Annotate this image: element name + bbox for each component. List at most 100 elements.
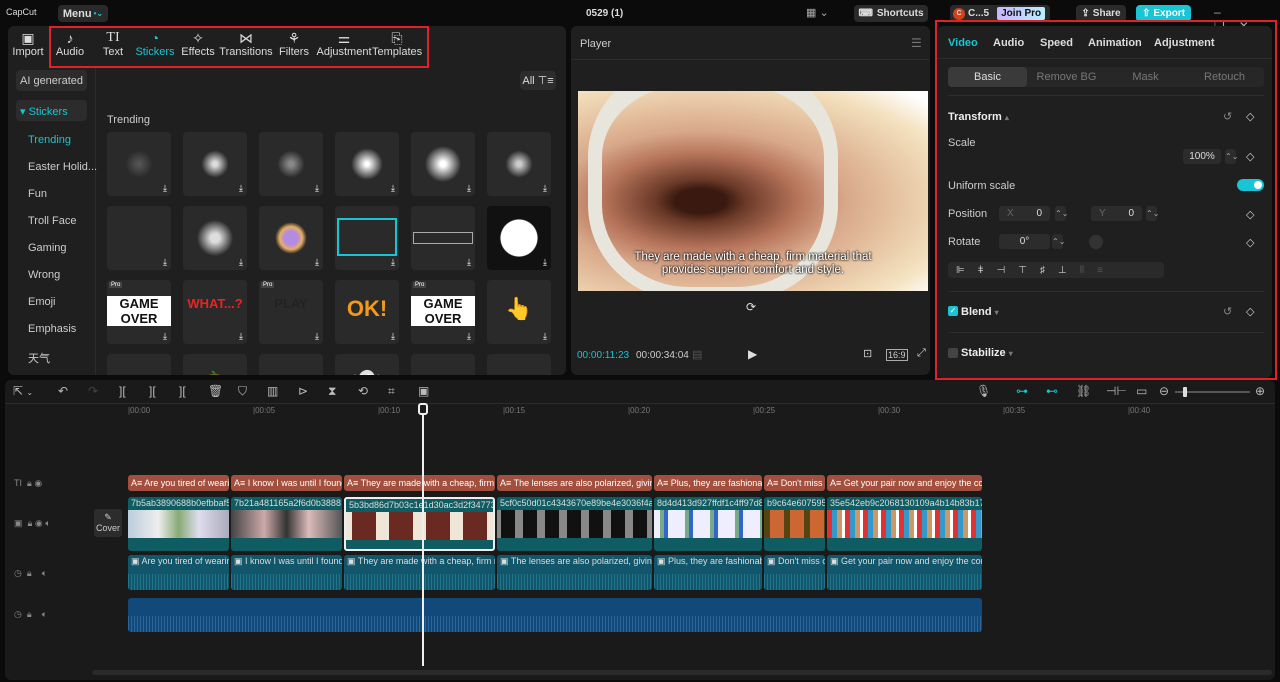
subtab-mask[interactable]: Mask xyxy=(1106,67,1185,87)
position-x-stepper[interactable]: ⌃⌄ xyxy=(1055,206,1068,221)
download-icon[interactable]: ⤓ xyxy=(239,183,243,194)
microphone-icon[interactable]: 🎙 xyxy=(976,384,991,398)
download-icon[interactable]: ⤓ xyxy=(163,331,167,342)
sticker-item[interactable]: ⤓ xyxy=(487,206,551,270)
sticker-item[interactable]: ⤓ xyxy=(183,132,247,196)
split-left-icon[interactable]: ][ xyxy=(149,384,156,398)
distribute-h-icon[interactable]: ⦀ xyxy=(1080,265,1084,276)
zoom-fit-icon[interactable]: ⊡ xyxy=(863,347,872,360)
crop-icon[interactable]: ⌗ xyxy=(388,384,395,399)
download-icon[interactable]: ⤓ xyxy=(239,331,243,342)
playhead[interactable] xyxy=(422,404,424,666)
rotate-stepper[interactable]: ⌃⌄ xyxy=(1052,234,1065,249)
transform-heading[interactable]: Transform ▴ xyxy=(948,111,1009,123)
sticker-item[interactable] xyxy=(259,354,323,375)
download-icon[interactable]: ⤓ xyxy=(543,331,547,342)
text-clip[interactable]: A≡ Don't miss out xyxy=(764,475,825,491)
sticker-item[interactable]: ⤓ xyxy=(411,132,475,196)
sticker-item[interactable]: ⤓ xyxy=(259,132,323,196)
sticker-category[interactable]: 天气 xyxy=(28,350,50,366)
split-right-icon[interactable]: ][ xyxy=(179,384,186,398)
stabilize-checkbox[interactable] xyxy=(948,348,958,358)
zoom-out-icon[interactable]: ⊖ xyxy=(1159,384,1169,398)
sticker-item[interactable]: 👆 ⤓ xyxy=(487,280,551,344)
eye-icon[interactable]: ◉ xyxy=(34,478,42,488)
sticker-item[interactable]: ⤓ xyxy=(335,206,399,270)
rotate-input[interactable]: 0° xyxy=(999,234,1050,249)
uniform-scale-toggle[interactable] xyxy=(1237,179,1264,191)
sticker-item[interactable]: 🎃 xyxy=(183,354,247,375)
caption-audio-clip[interactable]: ▣ Are you tired of wearing xyxy=(128,555,229,590)
reset-icon[interactable]: ↺ xyxy=(1223,305,1232,318)
caption-audio-clip[interactable]: ▣ I know I was until I found xyxy=(231,555,342,590)
align-right-icon[interactable]: ⊣ xyxy=(997,265,1006,276)
redo-icon[interactable]: ↷ xyxy=(88,384,98,398)
split-icon[interactable]: ][ xyxy=(119,384,126,398)
align-center-h-icon[interactable]: ǂ xyxy=(978,265,984,276)
sticker-item[interactable]: GAME OVER ⤓ Pro xyxy=(411,280,475,344)
caption-audio-clip[interactable]: ▣ They are made with a cheap, firm m xyxy=(344,555,495,590)
download-icon[interactable]: ⤓ xyxy=(467,331,471,342)
download-icon[interactable]: ⤓ xyxy=(315,257,319,268)
keyframe-icon[interactable]: ◇ xyxy=(1246,150,1254,163)
download-icon[interactable]: ⤓ xyxy=(391,331,395,342)
download-icon[interactable]: ⤓ xyxy=(543,183,547,194)
timeline-scrollbar[interactable] xyxy=(92,670,1272,675)
menu-button[interactable]: Menu •⌄ xyxy=(58,5,108,22)
download-icon[interactable]: ⤓ xyxy=(467,257,471,268)
sticker-category[interactable]: Emphasis xyxy=(28,323,76,335)
keyframe-icon[interactable]: ◇ xyxy=(1246,236,1254,249)
text-clip[interactable]: A≡ Plus, they are fashionable xyxy=(654,475,762,491)
download-icon[interactable]: ⤓ xyxy=(391,183,395,194)
video-clip[interactable]: 7b5ab3890688b0efbbaf5 xyxy=(128,497,229,551)
align-center-v-icon[interactable]: ♯ xyxy=(1040,265,1045,276)
download-icon[interactable]: ⤓ xyxy=(543,257,547,268)
sticker-item[interactable]: OK! ⤓ xyxy=(335,280,399,344)
undo-icon[interactable]: ↶ xyxy=(58,384,68,398)
fit-timeline-icon[interactable]: ▭ xyxy=(1136,384,1147,398)
subtab-retouch[interactable]: Retouch xyxy=(1185,67,1264,87)
lock-icon[interactable]: 🔒︎ xyxy=(28,518,33,528)
align-top-icon[interactable]: ⊤ xyxy=(1018,265,1027,276)
subtab-basic[interactable]: Basic xyxy=(948,67,1027,87)
select-tool-icon[interactable]: ⇱ ⌄ xyxy=(13,384,33,398)
text-clip[interactable]: A≡ The lenses are also polarized, giving xyxy=(497,475,652,491)
aspect-ratio-button[interactable]: 16:9 xyxy=(886,349,908,361)
play-button[interactable]: ▶ xyxy=(748,347,757,361)
position-y-input[interactable]: Y0 xyxy=(1091,206,1142,221)
sticker-item[interactable] xyxy=(487,354,551,375)
download-icon[interactable]: ⤓ xyxy=(239,257,243,268)
sticker-category[interactable]: Emoji xyxy=(28,296,56,308)
blend-checkbox[interactable]: ✓ xyxy=(948,306,958,316)
sticker-category[interactable]: Fun xyxy=(28,188,47,200)
rotate-icon[interactable]: ⟲ xyxy=(358,384,368,398)
download-icon[interactable]: ⤓ xyxy=(315,331,319,342)
stabilize-heading[interactable]: Stabilize ▾ xyxy=(961,347,1013,359)
tab-adjustment-inspector[interactable]: Adjustment xyxy=(1154,37,1215,49)
sticker-item[interactable]: ⤓ xyxy=(411,206,475,270)
filter-all-button[interactable]: All ⊤≡ xyxy=(520,71,556,90)
download-icon[interactable]: ⤓ xyxy=(163,183,167,194)
reverse-icon[interactable]: ⊳ xyxy=(298,384,308,398)
fullscreen-icon[interactable]: ⤢ xyxy=(917,347,926,360)
keyframe-icon[interactable]: ◇ xyxy=(1246,305,1254,318)
sticker-item[interactable] xyxy=(107,354,171,375)
sticker-item[interactable]: ⤓ xyxy=(259,206,323,270)
zoom-in-icon[interactable]: ⊕ xyxy=(1255,384,1265,398)
menu-icon[interactable]: ☰ xyxy=(911,36,922,50)
distribute-v-icon[interactable]: ≡ xyxy=(1097,265,1103,276)
mirror-icon[interactable]: ⧗ xyxy=(328,384,336,399)
sticker-category[interactable]: Easter Holid... xyxy=(28,161,97,173)
preview-axis-icon[interactable]: ⊣⊢ xyxy=(1106,384,1127,398)
scale-stepper[interactable]: ⌃⌄ xyxy=(1225,149,1238,164)
sticker-item[interactable]: ⤓ xyxy=(335,132,399,196)
subtab-remove-bg[interactable]: Remove BG xyxy=(1027,67,1106,87)
tab-audio-inspector[interactable]: Audio xyxy=(993,37,1024,49)
cover-button[interactable]: ✎ Cover xyxy=(94,509,122,537)
sticker-category[interactable]: Trending xyxy=(28,134,71,146)
lock-icon[interactable]: 🔒︎ xyxy=(27,478,32,488)
audio-mute-icon[interactable]: 🔈︎ xyxy=(42,609,47,619)
text-clip[interactable]: A≡ Get your pair now and enjoy the comfo… xyxy=(827,475,982,491)
sticker-item[interactable]: GAME OVER ⤓ Pro xyxy=(107,280,171,344)
marker-icon[interactable]: ⛉ xyxy=(238,384,247,399)
